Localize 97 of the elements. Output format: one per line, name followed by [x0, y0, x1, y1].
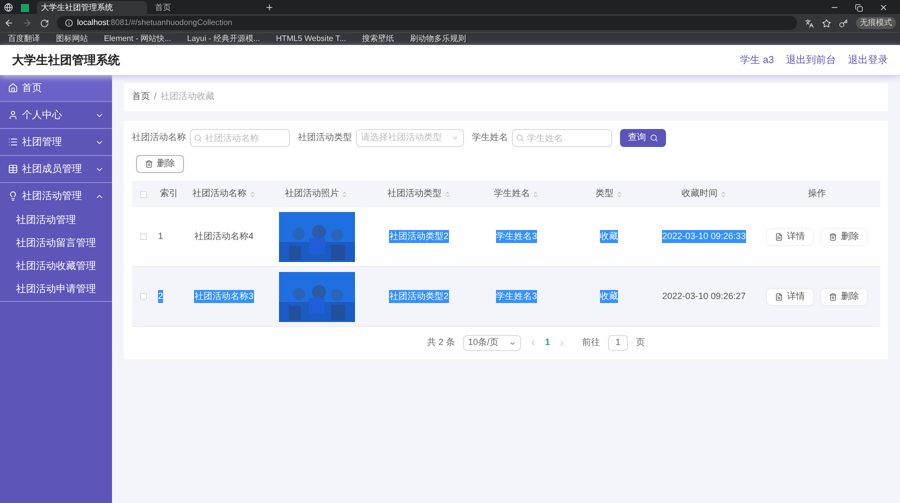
home-icon: [8, 83, 18, 93]
sort-icon: [248, 190, 256, 198]
search-icon: [194, 134, 202, 142]
sidebar-subitem[interactable]: 社团活动管理: [0, 209, 112, 232]
table-cell: 2: [158, 290, 164, 304]
detail-button[interactable]: 详情: [767, 228, 813, 244]
row-checkbox[interactable]: [140, 233, 146, 240]
filter-label: 社团活动类型: [298, 131, 352, 144]
browser-tab[interactable]: 首页: [151, 1, 261, 14]
goto-suffix: 页: [636, 336, 646, 350]
sidebar-item[interactable]: 社团成员管理: [0, 156, 112, 182]
new-tab-icon[interactable]: [265, 3, 274, 12]
restore-icon[interactable]: [855, 4, 863, 12]
key-icon[interactable]: [839, 18, 848, 28]
chevron-down-icon: [451, 134, 459, 142]
table-cell-text: 1: [158, 230, 164, 243]
incognito-badge[interactable]: 无痕模式: [856, 17, 896, 29]
header-link[interactable]: 退出到前台: [786, 52, 836, 68]
sort-header[interactable]: 学生姓名: [494, 187, 539, 201]
total-count: 共 2 条: [426, 336, 455, 350]
table-cell: 收藏: [600, 290, 618, 304]
sort-icon: [532, 190, 539, 198]
filter-label: 社团活动名称: [132, 131, 186, 144]
chevron-down-icon: [509, 340, 516, 346]
reload-icon[interactable]: [40, 18, 49, 28]
translate-icon[interactable]: [805, 18, 814, 28]
search-field[interactable]: 社团活动名称: [190, 129, 290, 147]
app-title: 大学生社团管理系统: [12, 52, 120, 69]
sort-icon: [341, 190, 348, 198]
header-link[interactable]: 退出登录: [848, 52, 888, 68]
back-icon[interactable]: [4, 18, 14, 28]
table-cell: 学生姓名3: [496, 290, 537, 304]
sidebar-subitem[interactable]: 社团活动收藏管理: [0, 255, 112, 278]
search-button[interactable]: 查询: [620, 129, 666, 147]
list-icon: [8, 137, 18, 147]
goto-label: 前往: [582, 336, 600, 350]
table-icon: [8, 164, 18, 174]
table-cell: 社团活动类型2: [389, 230, 448, 244]
delete-row-button[interactable]: 删除: [821, 288, 867, 304]
table-cell-text: 2022-03-10 09:26:27: [662, 290, 746, 303]
table-cell: 收藏: [600, 230, 618, 244]
sidebar-item[interactable]: 社团管理: [0, 129, 112, 155]
column-header: 操作: [808, 187, 826, 200]
sort-header[interactable]: 社团活动照片: [285, 187, 348, 201]
breadcrumb-link[interactable]: 首页: [132, 90, 150, 104]
star-icon[interactable]: [822, 18, 831, 28]
breadcrumb-separator: /: [154, 90, 157, 104]
info-icon[interactable]: [65, 19, 73, 27]
sidebar-subitem[interactable]: 社团活动留言管理: [0, 232, 112, 255]
table-cell: 2022-03-10 09:26:33: [662, 230, 746, 244]
detail-button[interactable]: 详情: [767, 288, 813, 304]
trash-icon: [829, 232, 837, 240]
search-icon: [516, 134, 524, 142]
sort-header[interactable]: 收藏时间: [682, 187, 726, 201]
table-cell-text: 社团活动名称4: [194, 230, 254, 243]
forward-icon[interactable]: [22, 18, 32, 28]
row-checkbox[interactable]: [140, 293, 146, 300]
sidebar-subitem[interactable]: 社团活动申请管理: [0, 278, 112, 301]
sort-icon: [720, 190, 726, 198]
sidebar-item[interactable]: 首页: [0, 75, 112, 101]
search-field[interactable]: 学生姓名: [512, 129, 612, 147]
header-link[interactable]: 学生 a3: [740, 52, 774, 68]
lightbulb-icon: [8, 191, 18, 201]
filter-label: 学生姓名: [472, 131, 508, 144]
table-cell: 学生姓名3: [496, 230, 537, 244]
sidebar-item[interactable]: 社团活动管理: [0, 183, 112, 209]
delete-button[interactable]: 删除: [136, 155, 184, 173]
table-cell: 社团活动类型2: [389, 290, 448, 304]
sort-header[interactable]: 类型: [596, 187, 622, 201]
address-bar[interactable]: localhost:8081/#/shetuanhuodongCollection: [57, 16, 797, 30]
bookmark-link[interactable]: 百度翻译: [8, 33, 40, 45]
delete-row-button[interactable]: 删除: [821, 228, 867, 244]
document-icon: [775, 292, 783, 300]
bookmark-link[interactable]: Element - 网站快...: [104, 33, 172, 45]
table-cell: 社团活动名称3: [194, 290, 254, 304]
page-size-select[interactable]: 10条/页: [463, 335, 521, 351]
goto-field[interactable]: 1: [608, 335, 628, 351]
bookmark-link[interactable]: Layui - 经典开源模...: [187, 33, 260, 45]
bookmark-link[interactable]: 图标网站: [56, 33, 88, 45]
sort-icon: [444, 190, 450, 198]
column-header: 索引: [160, 187, 178, 200]
trash-icon: [145, 160, 153, 168]
trash-icon: [829, 292, 837, 300]
bookmark-link[interactable]: 刷动物多乐规则: [410, 33, 466, 45]
select-all-checkbox[interactable]: [140, 190, 146, 198]
bookmark-link[interactable]: HTML5 Website T...: [276, 33, 346, 45]
sort-header[interactable]: 社团活动类型: [388, 187, 450, 201]
browser-tab[interactable]: 大学生社团管理系统: [37, 1, 147, 14]
document-icon: [775, 232, 783, 240]
search-icon: [650, 134, 658, 142]
user-icon: [8, 110, 18, 120]
bookmark-link[interactable]: 搜索壁纸: [362, 33, 394, 45]
sort-icon: [616, 190, 622, 198]
sidebar-item[interactable]: 个人中心: [0, 102, 112, 128]
sort-header[interactable]: 社团活动名称: [192, 187, 256, 201]
close-icon[interactable]: [879, 3, 888, 12]
globe-icon[interactable]: [4, 3, 13, 12]
